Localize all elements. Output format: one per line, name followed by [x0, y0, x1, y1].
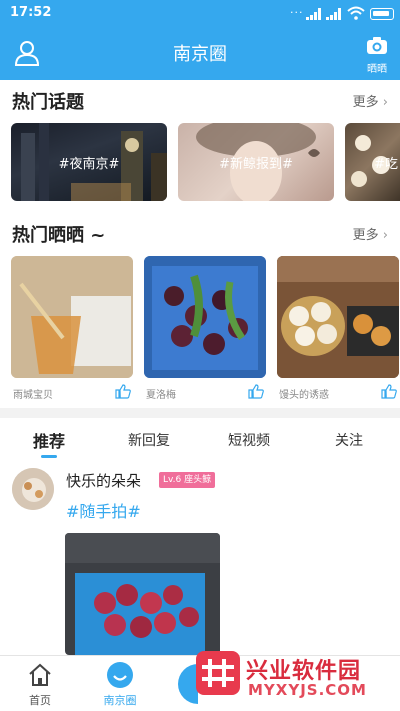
post-image-buns [277, 256, 399, 378]
nav-nanjing-circle-label: 南京圈 [103, 694, 137, 707]
signal-icon [306, 8, 321, 20]
post-caption: 雨城宝贝 [13, 390, 53, 401]
watermark-logo-icon [196, 651, 240, 695]
nav-nanjing-circle[interactable]: 南京圈 [90, 656, 150, 711]
active-tab-indicator [41, 455, 57, 458]
camera-icon [367, 37, 387, 54]
post-username[interactable]: 快乐的朵朵 [66, 470, 141, 491]
post-caption: 馒头的诱惑 [279, 390, 329, 401]
nav-partial-button[interactable] [178, 664, 198, 704]
post-image[interactable] [65, 533, 220, 655]
section-divider [0, 408, 400, 418]
hot-posts-more-link[interactable]: 更多 › [353, 224, 388, 243]
topic-card-food[interactable]: #吃 [345, 123, 400, 201]
tab-new-replies[interactable]: 新回复 [128, 430, 170, 450]
topic-card-new-whale[interactable]: #新鲸报到# [178, 123, 334, 201]
post-caption: 夏洛梅 [146, 390, 176, 401]
hot-post-card-3[interactable]: 馒头的诱惑 [277, 256, 399, 406]
hot-posts-more-label: 更多 [352, 228, 379, 243]
tab-recommended[interactable]: 推荐 [33, 428, 65, 452]
nav-home[interactable]: 首页 [10, 656, 70, 711]
hot-topics-more-link[interactable]: 更多 › [353, 91, 388, 110]
hot-topics-title: 热门话题 [12, 92, 84, 113]
chevron-right-icon: › [382, 95, 388, 110]
post-image-bayberry [144, 256, 266, 378]
page-title: 南京圈 [173, 44, 227, 65]
watermark: 兴业软件园 MYXYJS.COM [196, 651, 400, 711]
thumbs-up-icon[interactable] [248, 384, 264, 399]
level-badge: Lv.6 座头鲸 [159, 472, 216, 488]
post-photo-label: 晒晒 [367, 64, 387, 75]
chevron-right-icon: › [382, 228, 388, 243]
hot-posts-title: 热门晒晒 ~ [12, 225, 106, 246]
thumbs-up-icon[interactable] [381, 384, 397, 399]
post-photo-button[interactable]: 晒晒 [362, 37, 392, 75]
status-time: 17:52 [10, 5, 52, 20]
hot-post-card-1[interactable]: 雨城宝贝 [11, 256, 133, 406]
topic-tag: #夜南京# [58, 157, 120, 172]
status-dots: ··· [290, 6, 304, 19]
topic-tag: #吃 [374, 157, 398, 172]
feed-post: 快乐的朵朵 Lv.6 座头鲸 #随手拍# [0, 460, 400, 655]
post-hashtag[interactable]: #随手拍# [66, 498, 141, 522]
thumbs-up-icon[interactable] [115, 384, 131, 399]
home-icon [29, 663, 51, 686]
battery-icon [370, 8, 394, 20]
wifi-icon [347, 6, 365, 20]
nav-home-label: 首页 [29, 694, 51, 707]
tab-following[interactable]: 关注 [335, 430, 363, 450]
app-header: 17:52 ··· 南京圈 晒晒 [0, 0, 400, 80]
tab-short-videos[interactable]: 短视频 [228, 430, 270, 450]
signal-icon-2 [326, 8, 341, 20]
watermark-url: MYXYJS.COM [248, 681, 367, 699]
post-image-drink [11, 256, 133, 378]
hot-topics-more-label: 更多 [352, 95, 379, 110]
circle-icon [107, 662, 133, 688]
hot-post-card-2[interactable]: 夏洛梅 [144, 256, 266, 406]
feed-tabs: 推荐 新回复 短视频 关注 [0, 418, 400, 460]
avatar[interactable] [12, 468, 54, 510]
topic-tag: #新鲸报到# [219, 157, 293, 172]
status-bar: 17:52 ··· [0, 0, 400, 28]
topic-card-night-nanjing[interactable]: #夜南京# [11, 123, 167, 201]
